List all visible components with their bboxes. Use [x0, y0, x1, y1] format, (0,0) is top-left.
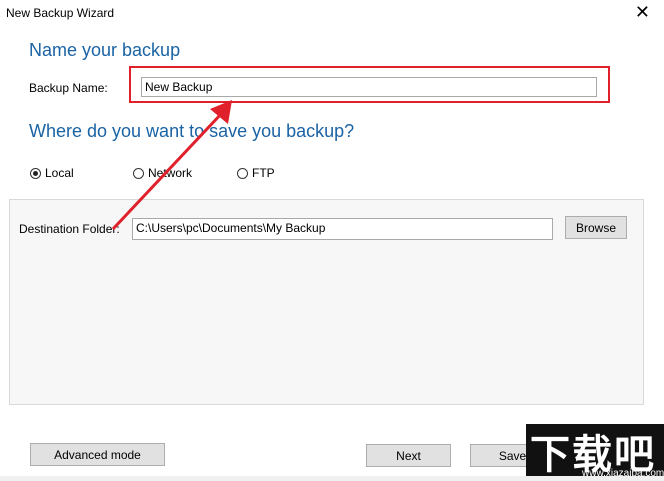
location-heading: Where do you want to save you backup? — [29, 121, 355, 141]
window-title: New Backup Wizard — [6, 6, 115, 20]
radio-ftp-circle[interactable] — [237, 167, 248, 179]
watermark-logo: 下载吧 www.xiazaiba.com — [526, 424, 664, 481]
radio-local-circle[interactable] — [30, 167, 41, 179]
close-icon[interactable]: ✕ — [635, 2, 650, 22]
destination-label: Destination Folder: — [19, 222, 120, 236]
advanced-mode-button[interactable]: Advanced mode — [30, 443, 165, 466]
bottom-strip — [0, 476, 664, 481]
highlight-box — [129, 66, 610, 103]
radio-local[interactable]: Local — [30, 166, 74, 180]
radio-ftp[interactable]: FTP — [237, 166, 275, 180]
radio-network-circle[interactable] — [133, 167, 144, 179]
radio-ftp-label: FTP — [252, 166, 275, 180]
radio-network-label: Network — [148, 166, 193, 180]
name-heading: Name your backup — [29, 40, 181, 60]
radio-local-label: Local — [45, 166, 74, 180]
backup-wizard-window: New Backup Wizard ✕ Name your backup Bac… — [0, 0, 664, 481]
title-bar: New Backup Wizard ✕ — [0, 0, 664, 28]
destination-path-input[interactable]: C:\Users\pc\Documents\My Backup — [132, 218, 553, 240]
destination-panel: Destination Folder: C:\Users\pc\Document… — [9, 199, 644, 405]
backup-name-label: Backup Name: — [29, 81, 108, 95]
browse-button[interactable]: Browse — [565, 216, 627, 239]
next-button[interactable]: Next — [366, 444, 451, 467]
radio-network[interactable]: Network — [133, 166, 192, 180]
